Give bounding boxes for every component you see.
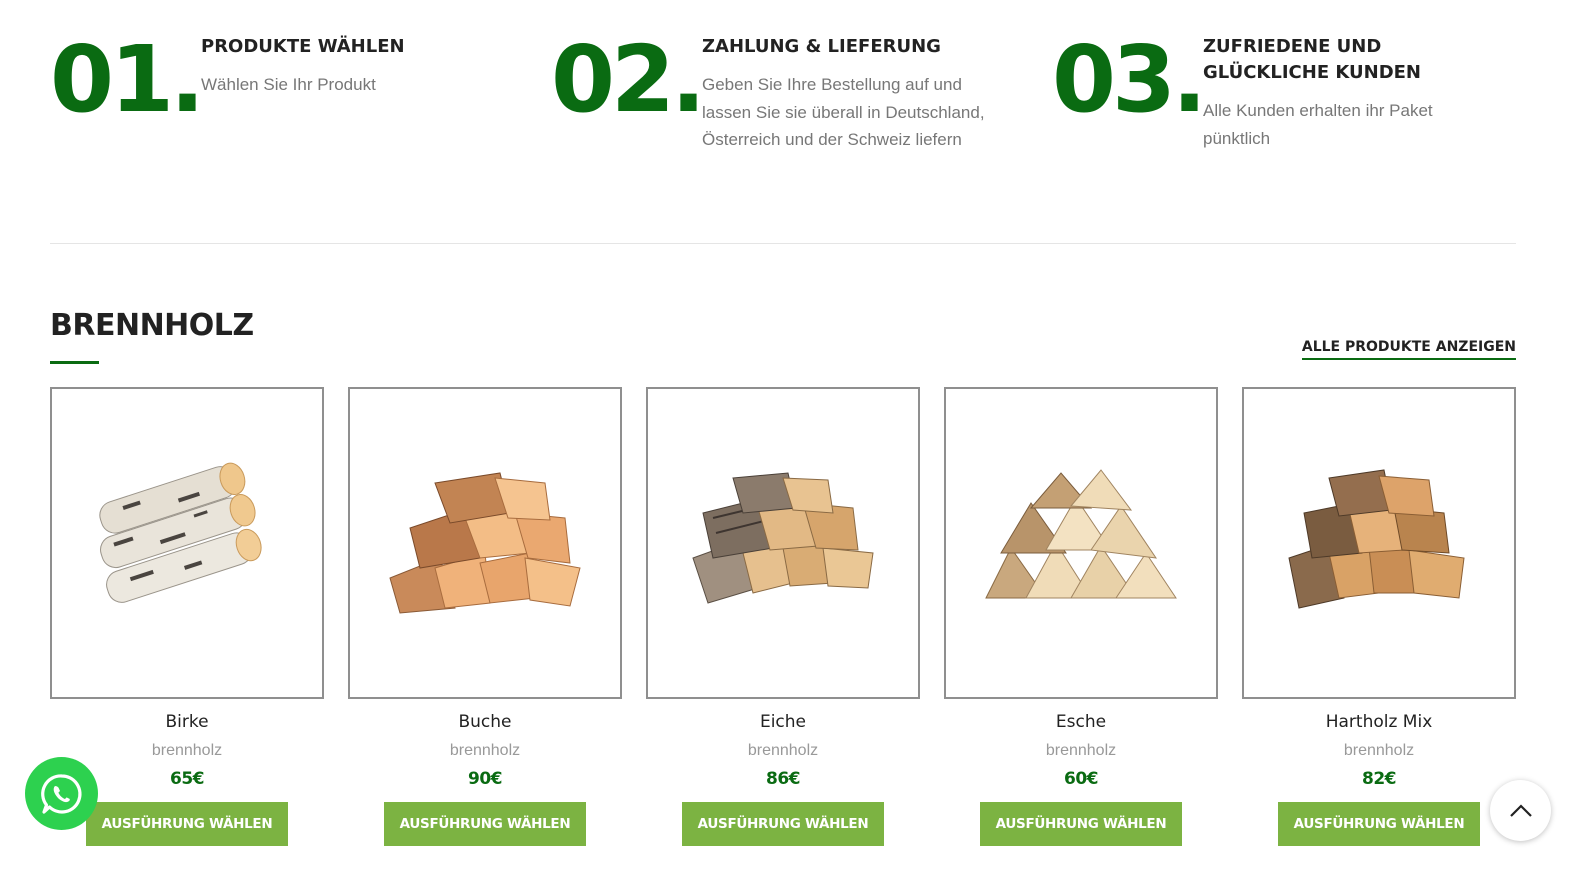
product-category[interactable]: brennholz	[348, 742, 622, 760]
ash-firewood-image[interactable]	[944, 387, 1218, 699]
select-option-button[interactable]: AUSFÜHRUNG WÄHLEN	[86, 802, 288, 846]
birch-firewood-image[interactable]	[50, 387, 324, 699]
whatsapp-chat-button[interactable]	[25, 757, 98, 830]
section-title-underline	[50, 361, 99, 364]
product-card: Hartholz Mix brennholz 82€ AUSFÜHRUNG WÄ…	[1242, 387, 1516, 846]
step-text: Geben Sie Ihre Bestellung auf und lassen…	[702, 75, 985, 149]
oak-firewood-image[interactable]	[646, 387, 920, 699]
select-option-button[interactable]: AUSFÜHRUNG WÄHLEN	[1278, 802, 1480, 846]
scroll-to-top-button[interactable]	[1490, 780, 1551, 841]
product-price: 82€	[1362, 769, 1397, 789]
product-card: Esche brennholz 60€ AUSFÜHRUNG WÄHLEN	[944, 387, 1218, 846]
oak-firewood-image-graphic	[692, 472, 874, 604]
chevron-up-icon	[1509, 803, 1532, 817]
birch-firewood-image-graphic	[99, 462, 262, 603]
select-option-button[interactable]: AUSFÜHRUNG WÄHLEN	[682, 802, 884, 846]
section-title: BRENNHOLZ	[50, 308, 254, 343]
step-number: 03.	[1052, 26, 1207, 133]
hardwood-mix-firewood-image-graphic	[1288, 469, 1465, 609]
product-price: 90€	[468, 769, 503, 789]
select-option-button[interactable]: AUSFÜHRUNG WÄHLEN	[384, 802, 586, 846]
step-body: ZUFRIEDENE UND GLÜCKLICHE KUNDEN Alle Ku…	[1203, 34, 1503, 152]
whatsapp-icon	[40, 773, 82, 814]
product-card: Buche brennholz 90€ AUSFÜHRUNG WÄHLEN	[348, 387, 622, 846]
product-category[interactable]: brennholz	[1242, 742, 1516, 760]
select-option-button[interactable]: AUSFÜHRUNG WÄHLEN	[980, 802, 1182, 846]
step-body: ZAHLUNG & LIEFERUNG Geben Sie Ihre Beste…	[702, 34, 1002, 154]
product-category[interactable]: brennholz	[50, 742, 324, 760]
step-body: PRODUKTE WÄHLEN Wählen Sie Ihr Produkt	[201, 34, 501, 99]
step-title: ZAHLUNG & LIEFERUNG	[702, 36, 941, 57]
steps-section: 01. PRODUKTE WÄHLEN Wählen Sie Ihr Produ…	[50, 30, 1516, 210]
product-name[interactable]: Birke	[50, 712, 324, 732]
step-number: 01.	[50, 26, 205, 133]
ash-firewood-image-graphic	[985, 469, 1177, 599]
beech-firewood-image-graphic	[389, 472, 581, 614]
product-name[interactable]: Hartholz Mix	[1242, 712, 1516, 732]
step-text: Wählen Sie Ihr Produkt	[201, 75, 376, 94]
step-title: ZUFRIEDENE UND GLÜCKLICHE KUNDEN	[1203, 36, 1421, 83]
step-title: PRODUKTE WÄHLEN	[201, 36, 405, 57]
product-price: 86€	[766, 769, 801, 789]
product-card: Eiche brennholz 86€ AUSFÜHRUNG WÄHLEN	[646, 387, 920, 846]
product-category[interactable]: brennholz	[944, 742, 1218, 760]
product-name[interactable]: Buche	[348, 712, 622, 732]
step-number: 02.	[551, 26, 706, 133]
section-divider	[50, 243, 1516, 244]
step-text: Alle Kunden erhalten ihr Paket pünktlich	[1203, 101, 1433, 148]
product-name[interactable]: Esche	[944, 712, 1218, 732]
hardwood-mix-firewood-image[interactable]	[1242, 387, 1516, 699]
all-products-link[interactable]: ALLE PRODUKTE ANZEIGEN	[1301, 339, 1516, 360]
beech-firewood-image[interactable]	[348, 387, 622, 699]
product-name[interactable]: Eiche	[646, 712, 920, 732]
product-category[interactable]: brennholz	[646, 742, 920, 760]
product-price: 60€	[1064, 769, 1099, 789]
